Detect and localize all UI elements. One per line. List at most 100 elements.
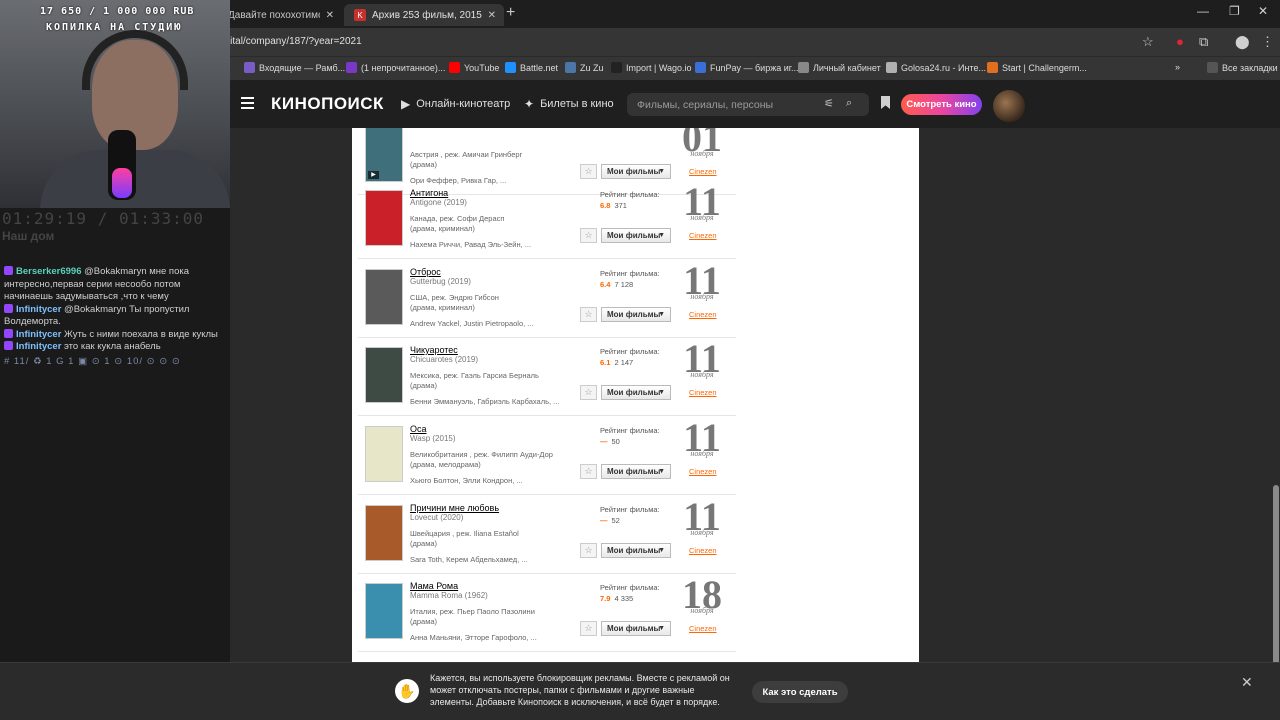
release-month: ноября: [690, 370, 714, 379]
bookmark-item[interactable]: Личный кабинет: [798, 62, 881, 73]
bookmark-item[interactable]: FunPay — биржа иг...: [695, 62, 798, 73]
distributor-link[interactable]: Cinezen: [689, 167, 717, 176]
my-films-dropdown[interactable]: Мои фильмы ▼: [601, 464, 671, 479]
menu-icon[interactable]: [241, 97, 254, 109]
film-poster[interactable]: [365, 269, 403, 325]
minimize-icon[interactable]: —: [1197, 4, 1209, 18]
bookmark-item[interactable]: Import | Wago.io: [611, 62, 692, 73]
location-pin-icon[interactable]: ⬤: [1235, 34, 1250, 50]
filter-icon[interactable]: ⚟: [824, 97, 834, 110]
kinopoisk-logo[interactable]: КИНОПОИСК: [271, 94, 384, 114]
film-poster[interactable]: [365, 190, 403, 246]
close-tab-icon[interactable]: ✕: [488, 10, 496, 21]
browser-menu-icon[interactable]: ⋮: [1261, 34, 1274, 50]
nav-online-cinema[interactable]: ▶ Онлайн-кинотеатр: [401, 97, 510, 111]
browser-tab-active[interactable]: K Архив 253 фильм, 2015, дата с ✕: [344, 4, 504, 26]
film-poster[interactable]: [365, 426, 403, 482]
film-title-link[interactable]: Чикуаротес: [410, 345, 458, 355]
social-ticker: # 11/ ♻ 1 G 1 ▣ ⊙ 1 ⊙ 10/ ⊙ ⊙ ⊙: [4, 355, 181, 367]
film-original-title: Gutterbug (2019): [410, 277, 471, 286]
distributor-link[interactable]: Cinezen: [689, 467, 717, 476]
rating-value: 7.9 4 335: [600, 594, 633, 603]
rating-votes: 371: [614, 201, 627, 210]
rate-star-button[interactable]: ☆: [580, 307, 597, 322]
film-title-link[interactable]: Причини мне любовь: [410, 503, 499, 513]
film-title-link[interactable]: Мама Рома: [410, 581, 458, 591]
rate-star-button[interactable]: ☆: [580, 464, 597, 479]
distributor-link[interactable]: Cinezen: [689, 388, 717, 397]
film-title-link[interactable]: Отброс: [410, 267, 441, 277]
bookmark-item[interactable]: Start | Challengerm...: [987, 62, 1087, 73]
dropdown-arrow-icon: ▼: [658, 625, 665, 632]
play-icon[interactable]: ▶: [368, 171, 379, 179]
distributor-link[interactable]: Cinezen: [689, 310, 717, 319]
rating-votes: 50: [611, 437, 620, 446]
new-tab-icon[interactable]: +: [506, 4, 515, 22]
rating-score: 7.9: [600, 594, 611, 603]
more-bookmarks-icon[interactable]: »: [1175, 62, 1180, 72]
my-films-dropdown[interactable]: Мои фильмы ▼: [601, 543, 671, 558]
film-genre: (драма, криминал): [410, 224, 475, 233]
my-films-dropdown[interactable]: Мои фильмы ▼: [601, 228, 671, 243]
film-poster[interactable]: [365, 347, 403, 403]
film-poster[interactable]: [365, 583, 403, 639]
golosa-icon: [886, 62, 897, 73]
nav-cinema-tickets[interactable]: ✦ Билеты в кино: [524, 97, 614, 111]
rate-star-button[interactable]: ☆: [580, 228, 597, 243]
opera-extension-icon[interactable]: ●: [1176, 34, 1184, 49]
how-to-button[interactable]: Как это сделать: [752, 681, 848, 703]
my-films-dropdown[interactable]: Мои фильмы ▼: [601, 621, 671, 636]
rate-star-button[interactable]: ☆: [580, 164, 597, 179]
film-actors: Sara Toth, Керем Абдельхамед, ...: [410, 555, 528, 564]
search-input[interactable]: [637, 96, 817, 113]
my-films-dropdown[interactable]: Мои фильмы ▼: [601, 307, 671, 322]
film-row: Чикуаротес Chicuarotes (2019) Мексика, р…: [358, 337, 736, 416]
mail-icon: [244, 62, 255, 73]
my-films-dropdown[interactable]: Мои фильмы ▼: [601, 164, 671, 179]
film-poster[interactable]: [365, 505, 403, 561]
rating-label: Рейтинг фильма:: [600, 190, 660, 199]
rate-star-button[interactable]: ☆: [580, 543, 597, 558]
film-actors: Andrew Yackel, Justin Pietropaolo, ...: [410, 319, 534, 328]
twitch-badge-icon: [4, 341, 13, 350]
close-tab-icon[interactable]: ✕: [326, 10, 334, 21]
rate-star-button[interactable]: ☆: [580, 621, 597, 636]
film-poster[interactable]: ▶: [365, 128, 403, 182]
distributor-link[interactable]: Cinezen: [689, 546, 717, 555]
my-films-dropdown[interactable]: Мои фильмы ▼: [601, 385, 671, 400]
scrollbar[interactable]: [1272, 128, 1280, 720]
play-icon: ▶: [401, 97, 411, 111]
bookmark-icon[interactable]: [881, 96, 890, 109]
maximize-icon[interactable]: ❐: [1229, 4, 1240, 18]
rating-label: Рейтинг фильма:: [600, 583, 660, 592]
film-genre: (драма): [410, 617, 438, 626]
bookmark-item[interactable]: (1 непрочитанное)...: [346, 62, 445, 73]
bookmark-item[interactable]: Golosa24.ru - Инте...: [886, 62, 986, 73]
watch-cinema-button[interactable]: Смотреть кино: [901, 94, 982, 115]
bookmark-item[interactable]: YouTube: [449, 62, 499, 73]
film-genre: (драма): [410, 539, 438, 548]
donation-counter: 17 650 / 1 000 000 RUB: [40, 6, 195, 17]
search-icon[interactable]: ⌕: [846, 97, 852, 110]
bookmark-star-icon[interactable]: ☆: [1142, 34, 1154, 50]
close-icon[interactable]: ✕: [1241, 674, 1253, 691]
release-month: ноября: [690, 606, 714, 615]
battlenet-icon: [505, 62, 516, 73]
rating-value: 6.8 371: [600, 201, 627, 210]
bookmark-item[interactable]: Входящие — Рамб...: [244, 62, 345, 73]
twitch-badge-icon: [4, 266, 13, 275]
distributor-link[interactable]: Cinezen: [689, 624, 717, 633]
bookmark-item[interactable]: Battle.net: [505, 62, 558, 73]
release-month: ноября: [690, 449, 714, 458]
distributor-link[interactable]: Cinezen: [689, 231, 717, 240]
kinopoisk-favicon-icon: K: [354, 9, 366, 21]
all-bookmarks[interactable]: Все закладки: [1207, 62, 1278, 73]
rate-star-button[interactable]: ☆: [580, 385, 597, 400]
film-title-link[interactable]: Антигона: [410, 188, 448, 198]
film-genre: (драма, мелодрама): [410, 460, 481, 469]
avatar[interactable]: [993, 90, 1025, 122]
close-window-icon[interactable]: ✕: [1258, 4, 1268, 18]
extensions-icon[interactable]: ⧉: [1199, 34, 1208, 50]
bookmark-item[interactable]: Zu Zu: [565, 62, 604, 73]
film-title-link[interactable]: Оса: [410, 424, 427, 434]
